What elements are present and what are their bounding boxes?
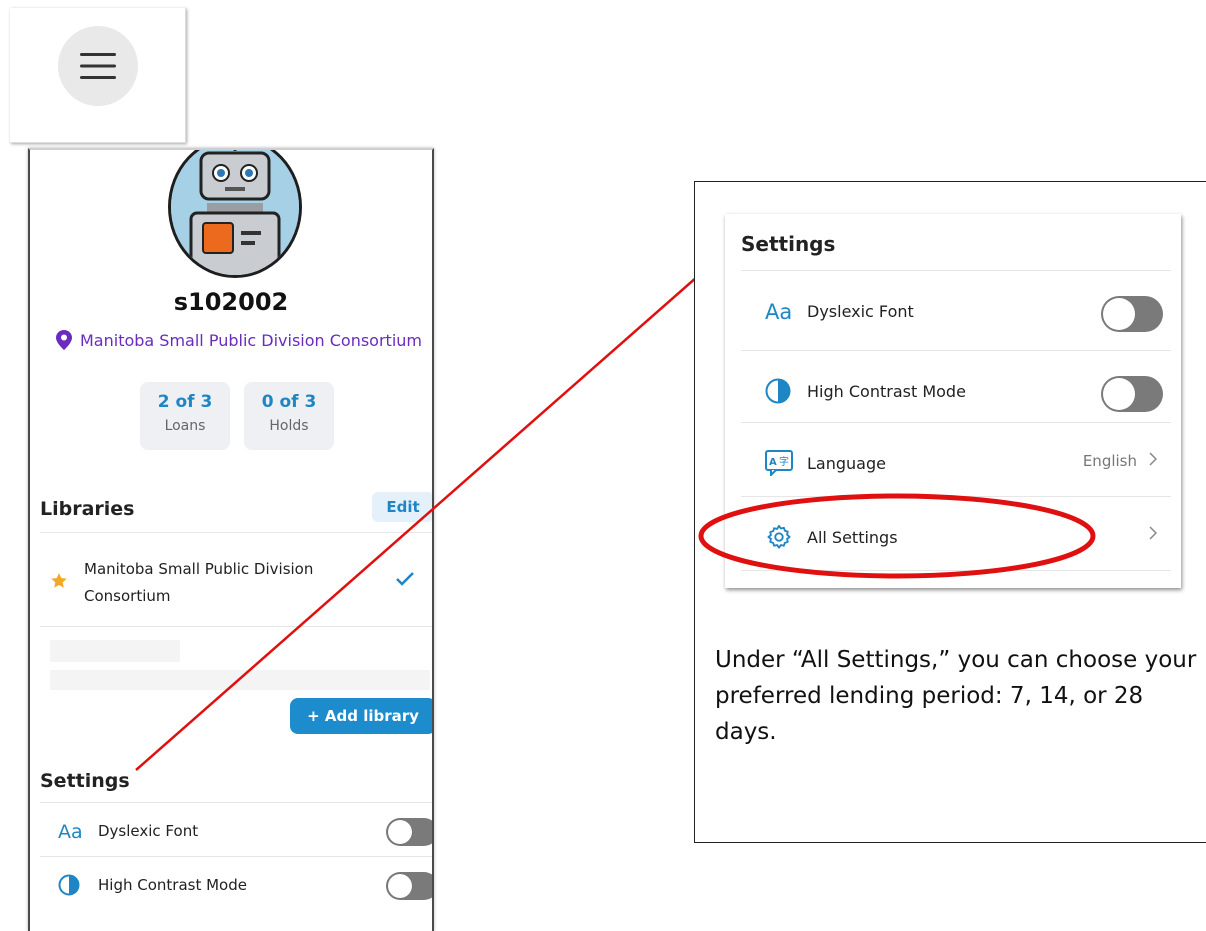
dyslexic-font-toggle[interactable] bbox=[386, 818, 432, 846]
font-aa-icon: Aa bbox=[58, 821, 98, 841]
contrast-icon bbox=[58, 874, 98, 896]
library-name: Manitoba Small Public Division Consortiu… bbox=[84, 560, 314, 605]
high-contrast-setting[interactable]: High Contrast Mode bbox=[40, 860, 432, 910]
loans-value: 2 of 3 bbox=[157, 392, 213, 412]
home-library-name: Manitoba Small Public Division Consortiu… bbox=[80, 330, 422, 350]
avatar bbox=[168, 150, 302, 278]
settings-heading: Settings bbox=[40, 770, 130, 792]
divider bbox=[40, 626, 432, 627]
loans-label: Loans bbox=[164, 418, 206, 434]
account-panel: s102002 Manitoba Small Public Division C… bbox=[28, 148, 434, 931]
high-contrast-label: High Contrast Mode bbox=[98, 876, 247, 894]
home-library-link[interactable]: Manitoba Small Public Division Consortiu… bbox=[56, 330, 422, 350]
location-pin-icon bbox=[56, 330, 72, 350]
toggle-knob bbox=[388, 874, 412, 898]
holds-stat[interactable]: 0 of 3 Holds bbox=[244, 382, 334, 450]
redacted-area bbox=[50, 640, 180, 662]
loans-stat[interactable]: 2 of 3 Loans bbox=[140, 382, 230, 450]
menu-button[interactable] bbox=[58, 26, 138, 106]
redacted-area bbox=[50, 670, 430, 690]
add-library-button[interactable]: + Add library bbox=[290, 698, 432, 734]
callout-box: Settings Aa Dyslexic Font High Contrast … bbox=[694, 181, 1206, 843]
checkmark-icon bbox=[396, 572, 414, 591]
menu-screenshot bbox=[10, 8, 186, 143]
divider bbox=[40, 802, 432, 803]
dyslexic-font-setting[interactable]: Aa Dyslexic Font bbox=[40, 806, 432, 856]
highlight-ellipse bbox=[698, 493, 1096, 579]
callout-text: Under “All Settings,” you can choose you… bbox=[715, 647, 1197, 745]
edit-libraries-button[interactable]: Edit bbox=[372, 492, 432, 522]
high-contrast-toggle[interactable] bbox=[386, 872, 432, 900]
svg-text:Aa: Aa bbox=[58, 821, 83, 841]
holds-value: 0 of 3 bbox=[261, 392, 317, 412]
toggle-knob bbox=[388, 820, 412, 844]
robot-avatar-icon bbox=[171, 150, 299, 275]
library-list-item[interactable]: Manitoba Small Public Division Consortiu… bbox=[40, 550, 432, 616]
dyslexic-font-label: Dyslexic Font bbox=[98, 822, 199, 840]
divider bbox=[40, 532, 432, 533]
divider bbox=[40, 856, 432, 857]
libraries-heading: Libraries bbox=[40, 498, 135, 520]
hamburger-menu-icon bbox=[80, 53, 116, 79]
star-icon bbox=[50, 572, 68, 595]
username: s102002 bbox=[173, 288, 289, 316]
holds-label: Holds bbox=[269, 418, 309, 434]
